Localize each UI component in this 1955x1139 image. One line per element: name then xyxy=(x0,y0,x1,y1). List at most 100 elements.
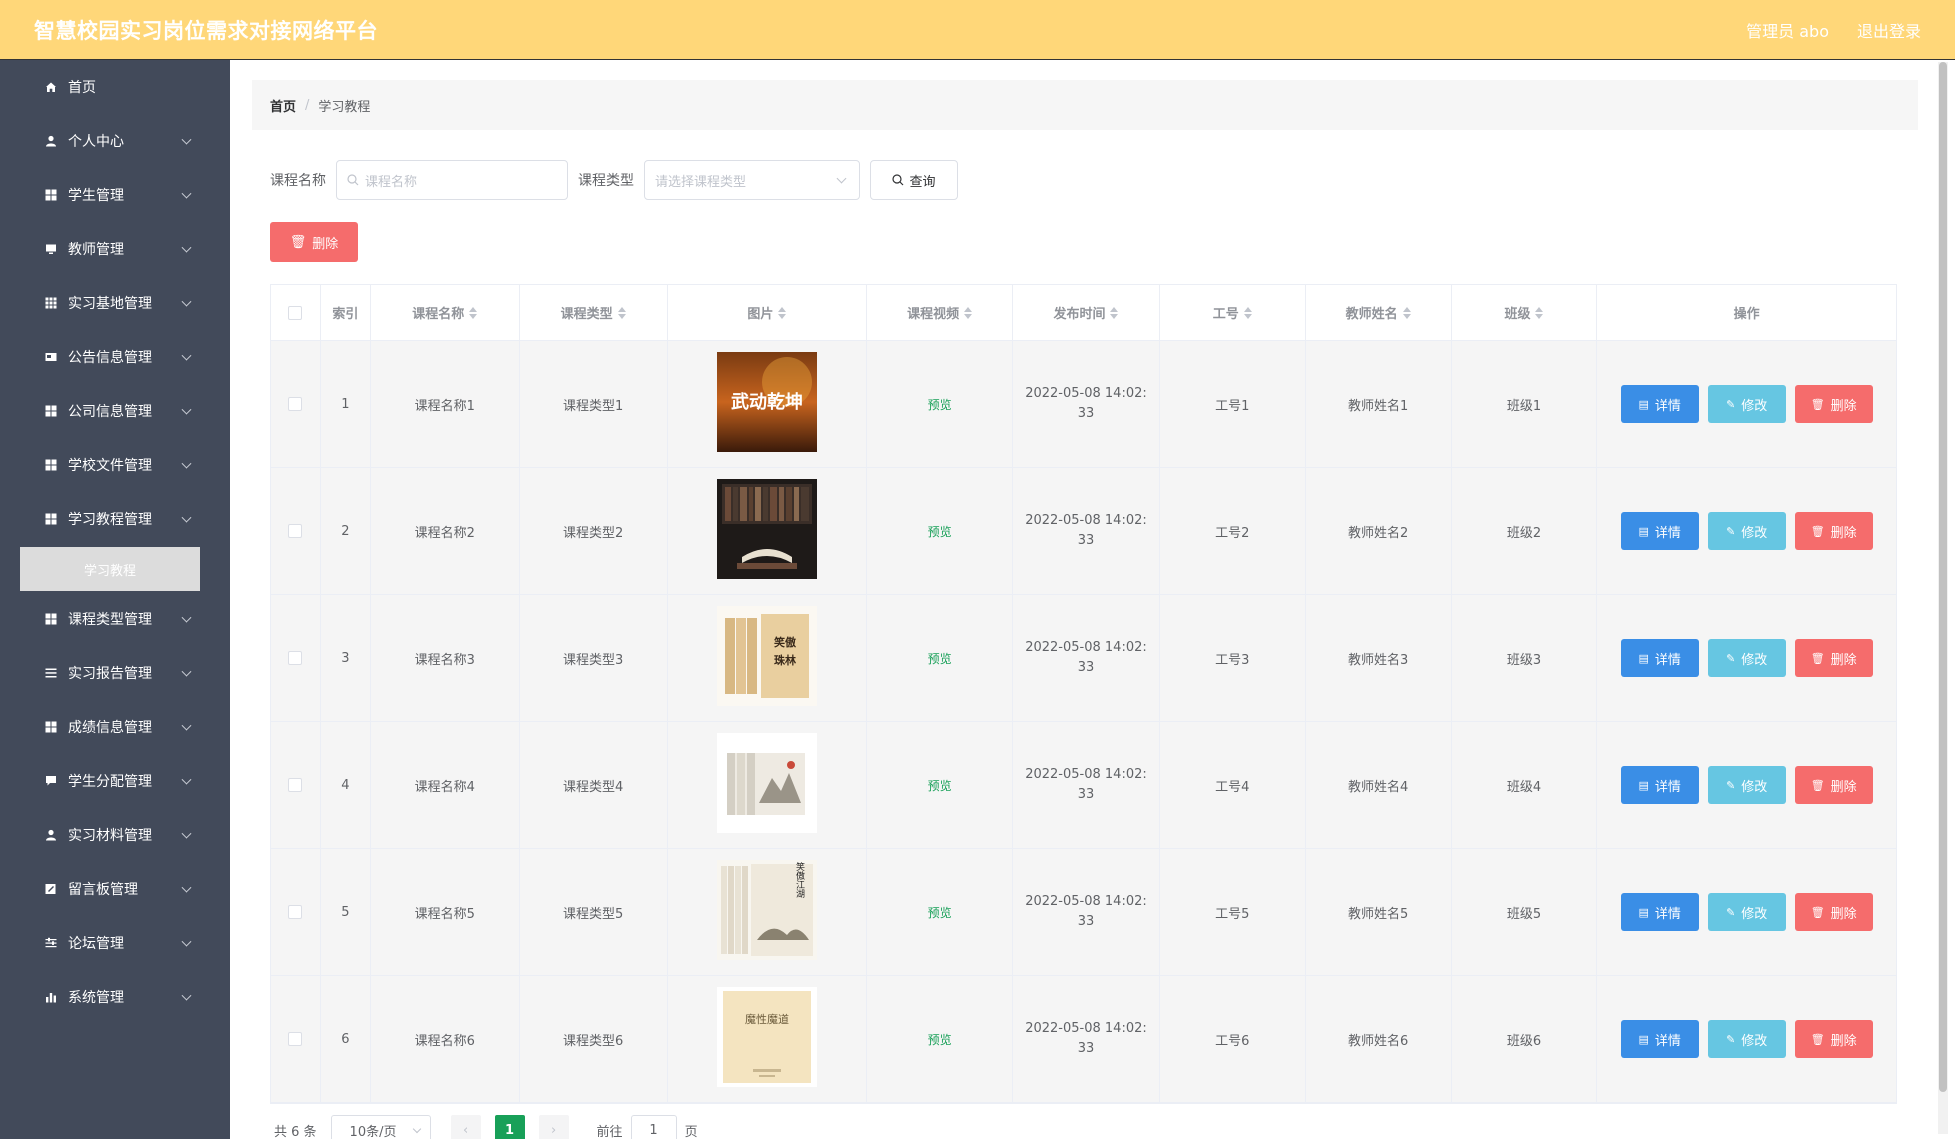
video-preview-link[interactable]: 预览 xyxy=(928,523,952,540)
page-size-select[interactable]: 10条/页 xyxy=(330,1115,431,1139)
sidebar-item[interactable]: 学生管理 xyxy=(0,168,230,222)
page-scrollbar[interactable] xyxy=(1938,62,1948,1134)
delete-button[interactable]: 🗑 删除 xyxy=(1794,385,1873,423)
logout-link[interactable]: 退出登录 xyxy=(1857,18,1921,42)
video-preview-link[interactable]: 预览 xyxy=(928,650,952,667)
header-image[interactable]: 图片 xyxy=(668,285,868,340)
delete-label: 删除 xyxy=(1830,906,1857,922)
batch-delete-label: 删除 xyxy=(312,236,339,252)
sidebar-item[interactable]: 实习材料管理 xyxy=(0,808,230,862)
row-checkbox[interactable] xyxy=(288,905,303,919)
detail-button[interactable]: ▤ 详情 xyxy=(1620,639,1699,677)
sort-icon[interactable] xyxy=(1243,306,1252,319)
video-preview-link[interactable]: 预览 xyxy=(928,904,952,921)
sort-icon[interactable] xyxy=(617,306,626,319)
row-select-cell xyxy=(271,595,321,721)
course-type-select[interactable]: 请选择课程类型 xyxy=(644,160,860,200)
sidebar-item[interactable]: 学校文件管理 xyxy=(0,438,230,492)
detail-button[interactable]: ▤ 详情 xyxy=(1620,893,1699,931)
sidebar-item[interactable]: 学习教程管理 xyxy=(0,492,230,546)
sidebar-item[interactable]: 教师管理 xyxy=(0,222,230,276)
sidebar-item[interactable]: 公告信息管理 xyxy=(0,330,230,384)
current-user[interactable]: 管理员 abo xyxy=(1746,18,1829,42)
publish-time-seconds: 33 xyxy=(1077,406,1095,421)
grid-icon xyxy=(44,458,58,472)
header-teacher[interactable]: 教师姓名 xyxy=(1306,285,1452,340)
edit-button[interactable]: ✎ 修改 xyxy=(1707,1020,1786,1058)
sidebar-item[interactable]: 课程类型管理 xyxy=(0,592,230,646)
page-number[interactable]: 1 xyxy=(494,1115,525,1139)
next-page-button[interactable]: › xyxy=(538,1115,569,1139)
sidebar-item[interactable]: 公司信息管理 xyxy=(0,384,230,438)
sidebar-item[interactable]: 论坛管理 xyxy=(0,916,230,970)
sort-icon[interactable] xyxy=(1402,306,1411,319)
select-all-checkbox[interactable] xyxy=(288,305,303,320)
main-content: 首页 / 学习教程 课程名称 课程名称 课程类型 请选择课程类型 查询 🗑 删除… xyxy=(230,60,1938,1139)
edit-button[interactable]: ✎ 修改 xyxy=(1707,512,1786,550)
edit-button[interactable]: ✎ 修改 xyxy=(1707,639,1786,677)
sidebar-item[interactable]: 个人中心 xyxy=(0,114,230,168)
delete-button[interactable]: 🗑 删除 xyxy=(1794,1020,1873,1058)
sort-icon[interactable] xyxy=(778,306,787,319)
select-all-cell xyxy=(271,285,321,340)
row-checkbox[interactable] xyxy=(288,524,303,538)
header-name[interactable]: 课程名称 xyxy=(371,285,520,340)
header-video[interactable]: 课程视频 xyxy=(867,285,1014,340)
delete-button[interactable]: 🗑 删除 xyxy=(1794,766,1873,804)
sidebar-item[interactable]: 首页 xyxy=(0,60,230,114)
video-preview-link[interactable]: 预览 xyxy=(928,777,952,794)
publish-time-seconds: 33 xyxy=(1077,1041,1095,1056)
row-checkbox[interactable] xyxy=(288,778,303,792)
course-cover-image[interactable]: 笑傲江湖 xyxy=(716,860,817,964)
course-cover-image[interactable] xyxy=(716,479,817,583)
sort-icon[interactable] xyxy=(964,306,973,319)
course-cover-image[interactable] xyxy=(716,733,817,837)
header-type[interactable]: 课程类型 xyxy=(520,285,668,340)
detail-button[interactable]: ▤ 详情 xyxy=(1620,385,1699,423)
sidebar-item[interactable]: 留言板管理 xyxy=(0,862,230,916)
publish-time-date: 2022-05-08 14:02: xyxy=(1025,767,1147,782)
chevron-down-icon xyxy=(181,134,192,145)
sidebar-item[interactable]: 实习报告管理 xyxy=(0,646,230,700)
delete-button[interactable]: 🗑 删除 xyxy=(1794,512,1873,550)
video-preview-link[interactable]: 预览 xyxy=(928,1031,952,1048)
breadcrumb-home[interactable]: 首页 xyxy=(270,96,296,115)
header-time[interactable]: 发布时间 xyxy=(1013,285,1160,340)
sidebar-subitem-active[interactable]: 学习教程 xyxy=(20,547,200,591)
detail-button[interactable]: ▤ 详情 xyxy=(1620,512,1699,550)
cell-job-no: 工号6 xyxy=(1160,976,1306,1102)
header-job-no-label: 工号 xyxy=(1212,307,1239,322)
row-checkbox[interactable] xyxy=(288,651,303,665)
edit-button[interactable]: ✎ 修改 xyxy=(1707,766,1786,804)
course-cover-image[interactable]: 武动乾坤 xyxy=(716,352,817,456)
video-preview-link[interactable]: 预览 xyxy=(928,396,952,413)
goto-page-input[interactable]: 1 xyxy=(630,1115,677,1139)
row-checkbox[interactable] xyxy=(288,1032,303,1046)
course-cover-image[interactable]: 笑傲 珠林 xyxy=(716,606,817,710)
sidebar-item[interactable]: 学生分配管理 xyxy=(0,754,230,808)
course-type-label: 课程类型 xyxy=(578,173,634,189)
sidebar-item[interactable]: 成绩信息管理 xyxy=(0,700,230,754)
query-button[interactable]: 查询 xyxy=(870,160,958,200)
detail-button[interactable]: ▤ 详情 xyxy=(1620,766,1699,804)
delete-button[interactable]: 🗑 删除 xyxy=(1794,639,1873,677)
row-checkbox[interactable] xyxy=(288,397,303,411)
sort-icon[interactable] xyxy=(469,306,478,319)
delete-button[interactable]: 🗑 删除 xyxy=(1794,893,1873,931)
cell-course-type: 课程类型6 xyxy=(520,976,668,1102)
header-job-no[interactable]: 工号 xyxy=(1160,285,1306,340)
sidebar-item-label: 学习教程管理 xyxy=(68,512,152,528)
prev-page-button[interactable]: ‹ xyxy=(450,1115,481,1139)
edit-button[interactable]: ✎ 修改 xyxy=(1707,385,1786,423)
edit-button[interactable]: ✎ 修改 xyxy=(1707,893,1786,931)
course-cover-image[interactable]: 魔性魔道 xyxy=(716,987,817,1091)
detail-button[interactable]: ▤ 详情 xyxy=(1620,1020,1699,1058)
sort-icon[interactable] xyxy=(1110,306,1119,319)
sort-icon[interactable] xyxy=(1535,306,1544,319)
scrollbar-thumb[interactable] xyxy=(1939,62,1947,1092)
header-class[interactable]: 班级 xyxy=(1452,285,1598,340)
sidebar-item[interactable]: 实习基地管理 xyxy=(0,276,230,330)
course-name-input[interactable]: 课程名称 xyxy=(336,160,568,200)
sidebar-item[interactable]: 系统管理 xyxy=(0,970,230,1024)
batch-delete-button[interactable]: 🗑 删除 xyxy=(270,222,358,262)
